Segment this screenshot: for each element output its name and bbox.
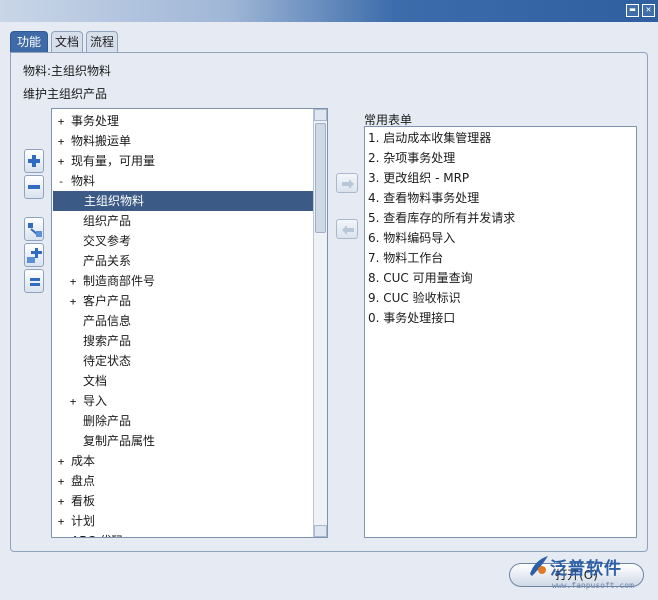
tree-item[interactable]: 主组织物料	[53, 191, 314, 211]
favorite-item[interactable]: 4. 查看物料事务处理	[368, 188, 479, 208]
arrow-left-icon	[342, 225, 354, 235]
add-to-favorites-button[interactable]	[336, 173, 358, 193]
favorite-item[interactable]: 2. 杂项事务处理	[368, 148, 455, 168]
tree-item[interactable]: + 计划	[52, 511, 314, 531]
breadcrumb: 物料:主组织物料	[23, 64, 112, 78]
tree-item-label: 导入	[83, 394, 108, 408]
tree-item-label: 复制产品属性	[83, 434, 156, 448]
tree-item-label: 产品关系	[83, 254, 132, 268]
tree-item-label: 制造商部件号	[83, 274, 156, 288]
expand-node-icon[interactable]: +	[55, 152, 67, 172]
tree-item-label: 事务处理	[71, 114, 120, 128]
tree-item-label: 计划	[71, 514, 96, 528]
close-icon[interactable]: ✕	[642, 4, 655, 17]
tree-item-label: 文档	[83, 374, 108, 388]
favorite-item[interactable]: 1. 启动成本收集管理器	[368, 128, 491, 148]
favorite-item[interactable]: 9. CUC 验收标识	[368, 288, 461, 308]
expand-node-icon[interactable]: +	[55, 512, 67, 532]
expand-node-icon[interactable]: +	[55, 532, 67, 537]
tree-item-label: ABC 代码	[71, 534, 123, 537]
title-bar: ▬ ✕	[0, 0, 658, 22]
section-title: 维护主组织产品	[23, 87, 108, 101]
expand-node-icon[interactable]: +	[55, 472, 67, 492]
expand-node-icon[interactable]: +	[67, 272, 79, 292]
tree-item-label: 物料搬运单	[71, 134, 132, 148]
tree-item[interactable]: 复制产品属性	[52, 431, 314, 451]
tree-scrollbar[interactable]	[313, 109, 327, 537]
tree-item-label: 盘点	[71, 474, 96, 488]
tree-item[interactable]: 产品关系	[52, 251, 314, 271]
tree-item-label: 交叉参考	[83, 234, 132, 248]
expand-all-button[interactable]	[24, 243, 44, 267]
tree-item[interactable]: + 现有量，可用量	[52, 151, 314, 171]
collapse-icon	[28, 185, 40, 189]
tree-item-label: 删除产品	[83, 414, 132, 428]
collapse-button[interactable]	[24, 175, 44, 199]
expand-node-icon[interactable]: +	[67, 292, 79, 312]
tree-item[interactable]: 组织产品	[52, 211, 314, 231]
tab-processes[interactable]: 流程	[86, 31, 118, 53]
tree-item[interactable]: 待定状态	[52, 351, 314, 371]
collapse-all-icon	[30, 278, 40, 286]
tree-item[interactable]: 文档	[52, 371, 314, 391]
favorites-list[interactable]: 1. 启动成本收集管理器 2. 杂项事务处理 3. 更改组织 - MRP 4. 查看物…	[364, 126, 637, 538]
navigator-panel: 物料:主组织物料 维护主组织产品 + 事务处理 + 物料搬运单 + 现有量，可用量 - 物料主…	[10, 52, 648, 552]
tree-item[interactable]: 交叉参考	[52, 231, 314, 251]
tree-item[interactable]: + ABC 代码	[52, 531, 314, 537]
scroll-down-icon[interactable]	[314, 525, 327, 537]
arrow-right-icon	[342, 179, 354, 189]
tree-item[interactable]: + 制造商部件号	[52, 271, 314, 291]
tree-item-label: 成本	[71, 454, 96, 468]
tree-item-label: 物料	[71, 174, 96, 188]
brand-logo: 泛普软件 www.fanpusoft.com	[528, 554, 653, 598]
favorite-item[interactable]: 7. 物料工作台	[368, 248, 443, 268]
expand-button[interactable]	[24, 149, 44, 173]
tree-item-label: 产品信息	[83, 314, 132, 328]
expand-branch-icon	[28, 223, 42, 237]
scroll-up-icon[interactable]	[314, 109, 327, 121]
expand-all-icon	[27, 248, 42, 263]
tab-documents[interactable]: 文档	[51, 31, 83, 53]
tree-item-label: 现有量，可用量	[71, 154, 156, 168]
expand-branch-button[interactable]	[24, 217, 44, 241]
favorite-item[interactable]: 3. 更改组织 - MRP	[368, 168, 469, 188]
favorite-item[interactable]: 0. 事务处理接口	[368, 308, 455, 328]
tree-item[interactable]: + 成本	[52, 451, 314, 471]
tree-item-label: 待定状态	[83, 354, 132, 368]
scroll-thumb[interactable]	[315, 123, 326, 233]
collapse-all-button[interactable]	[24, 269, 44, 293]
tab-functions[interactable]: 功能	[10, 31, 48, 53]
tree-item[interactable]: 删除产品	[52, 411, 314, 431]
favorite-item[interactable]: 6. 物料编码导入	[368, 228, 455, 248]
tree-item[interactable]: 产品信息	[52, 311, 314, 331]
tree-item[interactable]: + 事务处理	[52, 111, 314, 131]
favorite-item[interactable]: 8. CUC 可用量查询	[368, 268, 473, 288]
tree-item[interactable]: 搜索产品	[52, 331, 314, 351]
tree-item[interactable]: + 物料搬运单	[52, 131, 314, 151]
tree-item[interactable]: + 导入	[52, 391, 314, 411]
expand-node-icon[interactable]: +	[55, 112, 67, 132]
tree-item-label: 客户产品	[83, 294, 132, 308]
logo-url: www.fanpusoft.com	[552, 581, 634, 590]
tree-item[interactable]: + 客户产品	[52, 291, 314, 311]
expand-icon	[28, 155, 40, 167]
expand-node-icon[interactable]: +	[55, 132, 67, 152]
tree-item-label: 组织产品	[83, 214, 132, 228]
function-tree[interactable]: + 事务处理 + 物料搬运单 + 现有量，可用量 - 物料 主组织物料 组织产品 交叉参考 产品关系 +…	[51, 108, 328, 538]
expand-node-icon[interactable]: +	[67, 392, 79, 412]
collapse-node-icon[interactable]: -	[55, 172, 67, 192]
tree-item-label: 看板	[71, 494, 96, 508]
tree-item[interactable]: - 物料	[52, 171, 314, 191]
logo-icon	[530, 556, 548, 576]
tree-item-label: 搜索产品	[83, 334, 132, 348]
minimize-icon[interactable]: ▬	[626, 4, 639, 17]
tree-item[interactable]: + 看板	[52, 491, 314, 511]
expand-node-icon[interactable]: +	[55, 452, 67, 472]
favorite-item[interactable]: 5. 查看库存的所有并发请求	[368, 208, 515, 228]
tree-item[interactable]: + 盘点	[52, 471, 314, 491]
remove-from-favorites-button[interactable]	[336, 219, 358, 239]
expand-node-icon[interactable]: +	[55, 492, 67, 512]
logo-name: 泛普软件	[550, 559, 622, 579]
tree-item-label: 主组织物料	[84, 194, 145, 208]
